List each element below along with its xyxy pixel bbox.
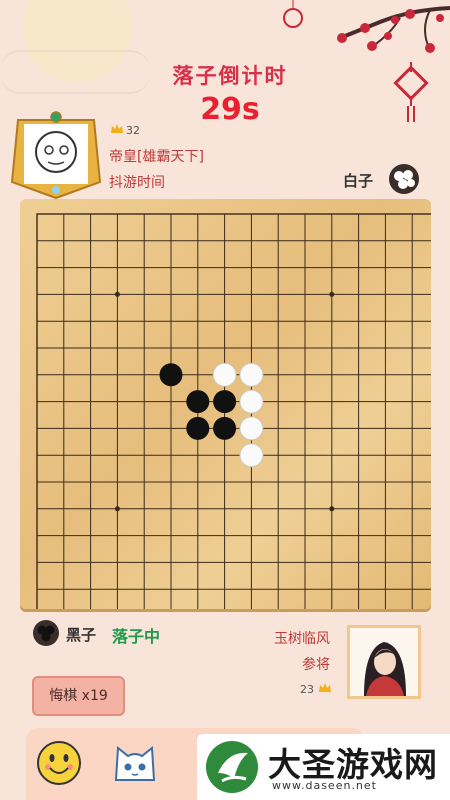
chinese-knot-decoration	[393, 62, 429, 122]
black-stones-icon	[33, 620, 59, 646]
board-grid[interactable]	[20, 199, 431, 609]
black-stone	[213, 390, 237, 414]
player-bottom-crown-count: 23	[300, 683, 314, 696]
move-status: 落子中	[112, 627, 161, 646]
star-point	[114, 291, 120, 297]
black-stone	[213, 416, 237, 440]
star-point	[114, 506, 120, 512]
smiley-face-icon[interactable]	[36, 740, 82, 786]
player-top-crown-count: 32	[126, 124, 140, 137]
white-stone	[239, 389, 264, 414]
star-point	[329, 291, 335, 297]
white-stone	[239, 443, 264, 468]
black-stone	[159, 363, 183, 387]
white-side-label: 白子	[343, 172, 374, 190]
white-stones-icon	[389, 164, 419, 194]
cloud-decoration	[0, 50, 150, 94]
player-bottom-avatar[interactable]	[347, 625, 421, 699]
player-top-name: 帝皇[雄霸天下]	[109, 149, 204, 165]
player-bottom-name: 玉树临风	[274, 631, 330, 647]
watermark-logo-icon	[206, 741, 258, 793]
board-border	[36, 213, 431, 609]
black-side-label: 黑子	[66, 626, 97, 644]
player-top-avatar[interactable]	[8, 110, 104, 200]
black-stone	[186, 416, 210, 440]
undo-button[interactable]: 悔棋 x19	[32, 676, 125, 716]
star-point	[329, 506, 335, 512]
cat-face-icon[interactable]	[112, 740, 158, 786]
countdown-title: 落子倒计时	[172, 64, 288, 88]
white-stone	[239, 362, 264, 387]
crown-icon	[318, 683, 331, 692]
white-stone	[239, 416, 264, 441]
player-bottom-rank: 参将	[302, 657, 330, 673]
countdown-timer: 29s	[200, 92, 260, 127]
player-top-subtitle: 抖游时间	[109, 175, 165, 191]
black-stone	[186, 390, 210, 414]
white-stone	[212, 362, 237, 387]
game-board[interactable]	[20, 199, 431, 609]
watermark-url: www.daseen.net	[272, 779, 377, 792]
